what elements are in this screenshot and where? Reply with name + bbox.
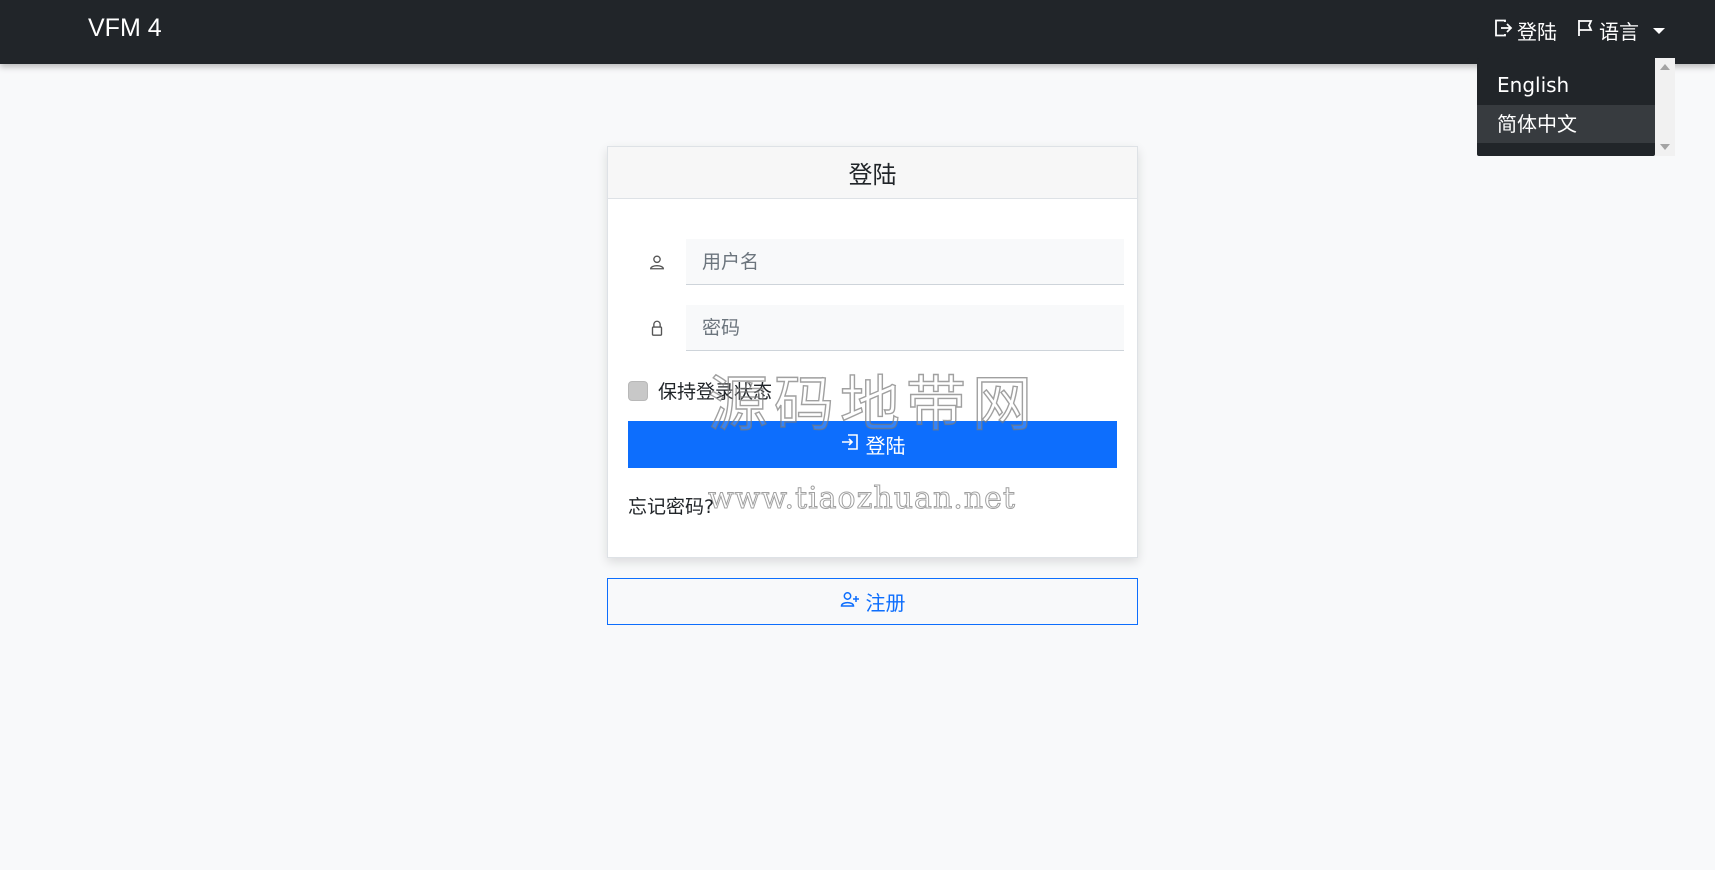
navbar-right: 登陆 语言: [1493, 16, 1665, 45]
nav-language-toggle[interactable]: 语言: [1575, 16, 1665, 45]
login-submit-button[interactable]: 登陆: [628, 421, 1117, 468]
flag-icon: [1575, 18, 1595, 43]
sign-in-icon: [1493, 18, 1513, 43]
nav-login-link[interactable]: 登陆: [1493, 16, 1557, 45]
remember-me: 保持登录状态: [628, 377, 772, 404]
register-button[interactable]: 注册: [607, 578, 1138, 625]
scroll-up-arrow-icon[interactable]: [1660, 64, 1670, 70]
scroll-down-arrow-icon[interactable]: [1660, 144, 1670, 150]
nav-language-label: 语言: [1599, 20, 1639, 44]
caret-down-icon: [1653, 27, 1665, 34]
login-card: 登陆 保持登录状态 登陆 忘记密码?: [607, 146, 1138, 558]
dropdown-scrollbar[interactable]: [1655, 58, 1675, 156]
language-option-chinese[interactable]: 简体中文: [1477, 105, 1655, 143]
box-arrow-in-icon: [840, 432, 860, 457]
password-input[interactable]: [686, 305, 1124, 351]
login-submit-label: 登陆: [865, 434, 906, 458]
forgot-password-link[interactable]: 忘记密码?: [628, 492, 714, 519]
language-dropdown-menu: English 简体中文: [1477, 58, 1655, 156]
brand-logo[interactable]: VFM 4: [88, 14, 162, 43]
username-field: [628, 239, 1124, 285]
lock-icon: [644, 319, 670, 337]
user-icon: [644, 253, 670, 271]
nav-login-label: 登陆: [1517, 20, 1557, 44]
register-label: 注册: [865, 591, 906, 615]
remember-me-label[interactable]: 保持登录状态: [658, 377, 772, 404]
top-navbar: VFM 4 登陆 语言: [0, 0, 1715, 64]
language-option-english[interactable]: English: [1477, 66, 1655, 104]
remember-me-checkbox[interactable]: [628, 380, 648, 401]
username-input[interactable]: [686, 239, 1124, 285]
person-plus-icon: [840, 589, 860, 614]
password-field: [628, 305, 1124, 351]
login-card-title: 登陆: [608, 147, 1137, 199]
